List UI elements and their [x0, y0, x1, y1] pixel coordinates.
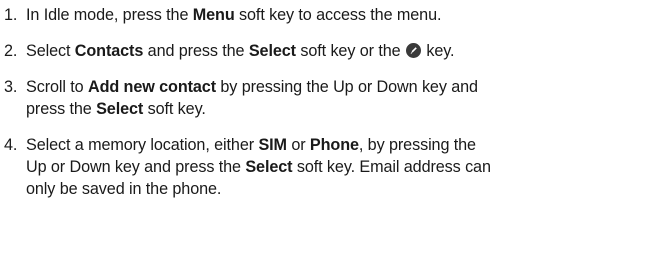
select-key-label: Select — [245, 158, 293, 176]
text-run: soft key. — [143, 100, 206, 118]
sim-label: SIM — [258, 136, 287, 154]
step-text: Select a memory location, either SIM or … — [26, 136, 491, 198]
text-run: press the — [26, 100, 97, 118]
text-run: soft key to access the menu. — [234, 6, 442, 24]
text-run: In Idle mode, press the — [26, 6, 193, 24]
text-run: soft key or the — [295, 42, 405, 60]
text-run: and press the — [143, 42, 249, 60]
select-key-label: Select — [248, 42, 296, 60]
step-number: 2. — [4, 42, 18, 60]
step-text: Select Contacts and press the Select sof… — [26, 42, 455, 60]
text-run: Up or Down key and press the — [26, 158, 246, 176]
step-text: Scroll to Add new contact by pressing th… — [26, 78, 478, 118]
step-number: 1. — [4, 6, 18, 24]
phone-label: Phone — [309, 136, 359, 154]
step-3: 3. Scroll to Add new contact by pressing… — [0, 76, 655, 120]
add-new-contact-label: Add new contact — [87, 78, 216, 96]
ok-key-icon — [405, 43, 421, 58]
text-run: , by pressing the — [358, 136, 476, 154]
menu-key-label: Menu — [192, 6, 235, 24]
text-run: Select — [26, 42, 75, 60]
step-number: 4. — [4, 136, 18, 154]
step-2: 2. Select Contacts and press the Select … — [0, 40, 655, 62]
instruction-list: 1. In Idle mode, press the Menu soft key… — [0, 4, 655, 200]
step-1: 1. In Idle mode, press the Menu soft key… — [0, 4, 655, 26]
text-run: soft key. Email address can — [292, 158, 491, 176]
select-key-label: Select — [96, 100, 144, 118]
contacts-label: Contacts — [74, 42, 144, 60]
step-4: 4. Select a memory location, either SIM … — [0, 134, 655, 200]
text-run: or — [286, 136, 310, 154]
text-run: only be saved in the phone. — [26, 180, 222, 198]
text-run: by pressing the Up or Down key and — [216, 78, 478, 96]
step-number: 3. — [4, 78, 18, 96]
text-run: Scroll to — [26, 78, 88, 96]
text-run: Select a memory location, either — [26, 136, 259, 154]
text-run: key. — [421, 42, 455, 60]
step-text: In Idle mode, press the Menu soft key to… — [26, 6, 441, 24]
